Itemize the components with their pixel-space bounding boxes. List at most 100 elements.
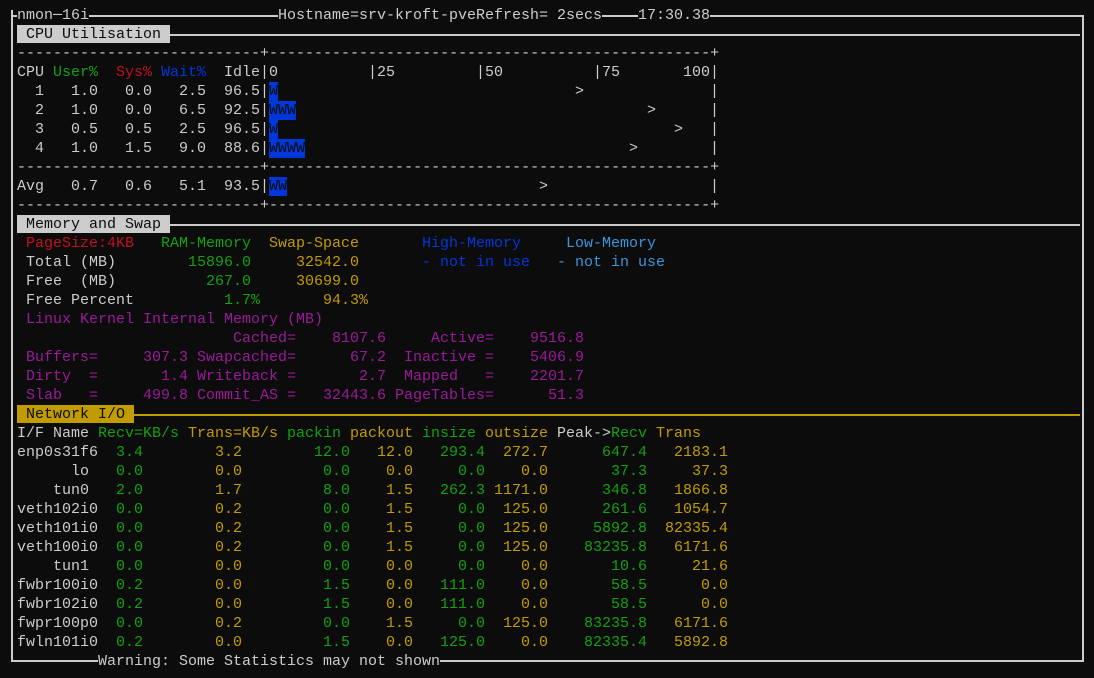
dirty-label: Dirty =: [26, 368, 99, 385]
col-packin: packin: [287, 425, 342, 442]
kernel-memory-title: Linux Kernel Internal Memory (MB): [26, 311, 324, 328]
net-peak-recv: 82335.4: [584, 634, 648, 651]
cached: 8107.6: [332, 330, 387, 347]
net-packin: 0.0: [323, 615, 351, 632]
network-section-title: Network I/O: [26, 406, 126, 423]
col-user: User%: [53, 64, 99, 81]
bar-border: |: [260, 102, 270, 119]
col-peak-recv: Recv: [611, 425, 648, 442]
net-outsize: 0.0: [521, 463, 549, 480]
cpu-sys: 0.5: [125, 121, 153, 138]
net-peak-recv: 37.3: [611, 463, 648, 480]
net-trans: 0.0: [215, 596, 243, 613]
ram-header: RAM-Memory: [161, 235, 252, 252]
mapped-label: Mapped =: [404, 368, 495, 385]
col-idle: Idle: [224, 64, 261, 81]
net-recv: 0.0: [116, 501, 144, 518]
cpu-user: 1.0: [71, 83, 99, 100]
net-peak-trans: 21.6: [692, 558, 729, 575]
cpu-peak-marker: >: [647, 102, 657, 119]
col-trans: Trans=KB/s: [188, 425, 279, 442]
cpu-section-line: [170, 34, 1080, 36]
col-wait: Wait%: [161, 64, 207, 81]
net-insize: 111.0: [440, 596, 486, 613]
bar-border: |: [710, 102, 720, 119]
col-name: I/F Name: [17, 425, 90, 442]
interface-name: tun1: [53, 558, 90, 575]
free-swap: 30699.0: [296, 273, 360, 290]
interface-name: fwbr102i0: [17, 596, 99, 613]
net-outsize: 0.0: [521, 558, 549, 575]
cpu-wait: 6.5: [179, 102, 207, 119]
free-percent-ram: 1.7%: [224, 292, 261, 309]
col-sys: Sys%: [116, 64, 153, 81]
net-outsize: 0.0: [521, 577, 549, 594]
hostname-label: Hostname=srv-kroft-pve: [278, 6, 477, 25]
net-packout: 12.0: [377, 444, 414, 461]
net-outsize: 125.0: [503, 615, 549, 632]
net-packin: 8.0: [323, 482, 351, 499]
net-insize: 0.0: [458, 615, 486, 632]
interface-name: lo: [71, 463, 90, 480]
net-peak-recv: 10.6: [611, 558, 648, 575]
net-peak-recv: 647.4: [602, 444, 648, 461]
net-packout: 0.0: [386, 634, 414, 651]
col-recv: Recv=KB/s: [98, 425, 180, 442]
pagetables: 51.3: [548, 387, 585, 404]
col-packout: packout: [350, 425, 414, 442]
cpu-section-title: CPU Utilisation: [26, 26, 162, 43]
cpu-user: 0.7: [71, 178, 99, 195]
cpu-idle: 96.5: [224, 83, 261, 100]
scale-border: |: [710, 64, 720, 81]
net-insize: 0.0: [458, 501, 486, 518]
bar-border: |: [710, 178, 720, 195]
scale-tick-label: |50: [476, 64, 504, 81]
net-recv: 0.2: [116, 577, 144, 594]
cpu-divider: ---------------------------+------------…: [17, 197, 720, 214]
cpu-user: 1.0: [71, 140, 99, 157]
cpu-idle: 92.5: [224, 102, 261, 119]
high-memory-status: - not in use: [422, 254, 531, 271]
writeback-label: Writeback =: [197, 368, 297, 385]
net-packout: 1.5: [386, 501, 414, 518]
pagesize: PageSize:4KB: [26, 235, 135, 252]
net-trans: 3.2: [215, 444, 243, 461]
col-peak: Peak->: [557, 425, 612, 442]
cpu-user: 0.5: [71, 121, 99, 138]
title-separator: ─: [53, 6, 63, 25]
nmon-terminal: nmon 16i Hostname=srv-kroft-pve Refresh= 2s…: [17, 0, 1087, 678]
net-peak-recv: 261.6: [602, 501, 648, 518]
cpu-divider: ---------------------------+------------…: [17, 159, 720, 176]
net-outsize: 125.0: [503, 520, 549, 537]
cpu-idle: 88.6: [224, 140, 261, 157]
total-ram: 15896.0: [188, 254, 252, 271]
net-packout: 1.5: [386, 482, 414, 499]
cpu-id: 1: [35, 83, 45, 100]
bar-border: |: [260, 83, 270, 100]
interface-name: veth102i0: [17, 501, 99, 518]
net-insize: 293.4: [440, 444, 486, 461]
net-peak-recv: 83235.8: [584, 615, 648, 632]
pagetables-label: PageTables=: [395, 387, 495, 404]
net-outsize: 125.0: [503, 539, 549, 556]
net-insize: 262.3: [440, 482, 486, 499]
cpu-wait: 2.5: [179, 83, 207, 100]
net-recv: 0.0: [116, 558, 144, 575]
net-outsize: 1171.0: [494, 482, 549, 499]
net-outsize: 125.0: [503, 501, 549, 518]
net-packout: 0.0: [386, 577, 414, 594]
net-peak-recv: 83235.8: [584, 539, 648, 556]
net-outsize: 272.7: [503, 444, 549, 461]
net-trans: 0.0: [215, 634, 243, 651]
net-trans: 0.2: [215, 520, 243, 537]
net-peak-trans: 6171.6: [674, 539, 729, 556]
net-peak-trans: 1054.7: [674, 501, 729, 518]
cached-label: Cached=: [233, 330, 297, 347]
net-peak-recv: 58.5: [611, 596, 648, 613]
net-peak-trans: 1866.8: [674, 482, 729, 499]
cpu-usage-bar: WW: [269, 177, 288, 196]
net-recv: 0.2: [116, 596, 144, 613]
cpu-wait: 5.1: [179, 178, 207, 195]
app-label: nmon: [17, 6, 54, 25]
net-insize: 0.0: [458, 463, 486, 480]
